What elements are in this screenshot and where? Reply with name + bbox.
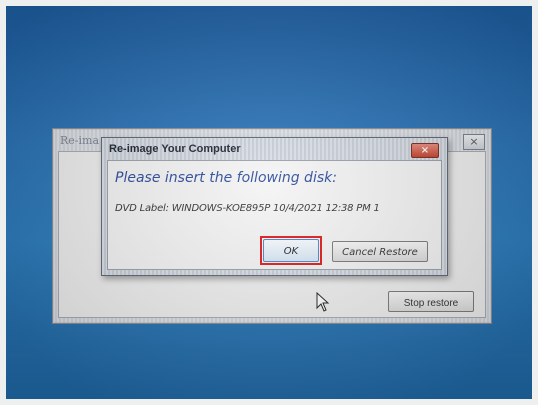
dialog-title: Re-image Your Computer — [109, 143, 241, 155]
background-window-title: Re-ima — [60, 134, 100, 147]
insert-disk-instruction: Please insert the following disk: — [115, 170, 337, 186]
background-close-button[interactable]: × — [463, 134, 485, 150]
stop-restore-button[interactable]: Stop restore — [388, 291, 474, 312]
mouse-pointer-icon — [316, 292, 330, 312]
reimage-dialog: Re-image Your Computer × Please insert t… — [101, 137, 448, 276]
close-icon: × — [469, 135, 479, 148]
dvd-label-text: DVD Label: WINDOWS-KOE895P 10/4/2021 12:… — [115, 203, 380, 214]
desktop: Re-ima × Stop restore Re-image Your Comp… — [6, 6, 532, 399]
cancel-restore-button[interactable]: Cancel Restore — [332, 241, 428, 262]
dialog-client-area: Please insert the following disk: DVD La… — [107, 160, 442, 270]
dialog-close-button[interactable]: × — [411, 143, 439, 158]
ok-button[interactable]: OK — [263, 239, 319, 262]
close-icon: × — [420, 145, 430, 156]
